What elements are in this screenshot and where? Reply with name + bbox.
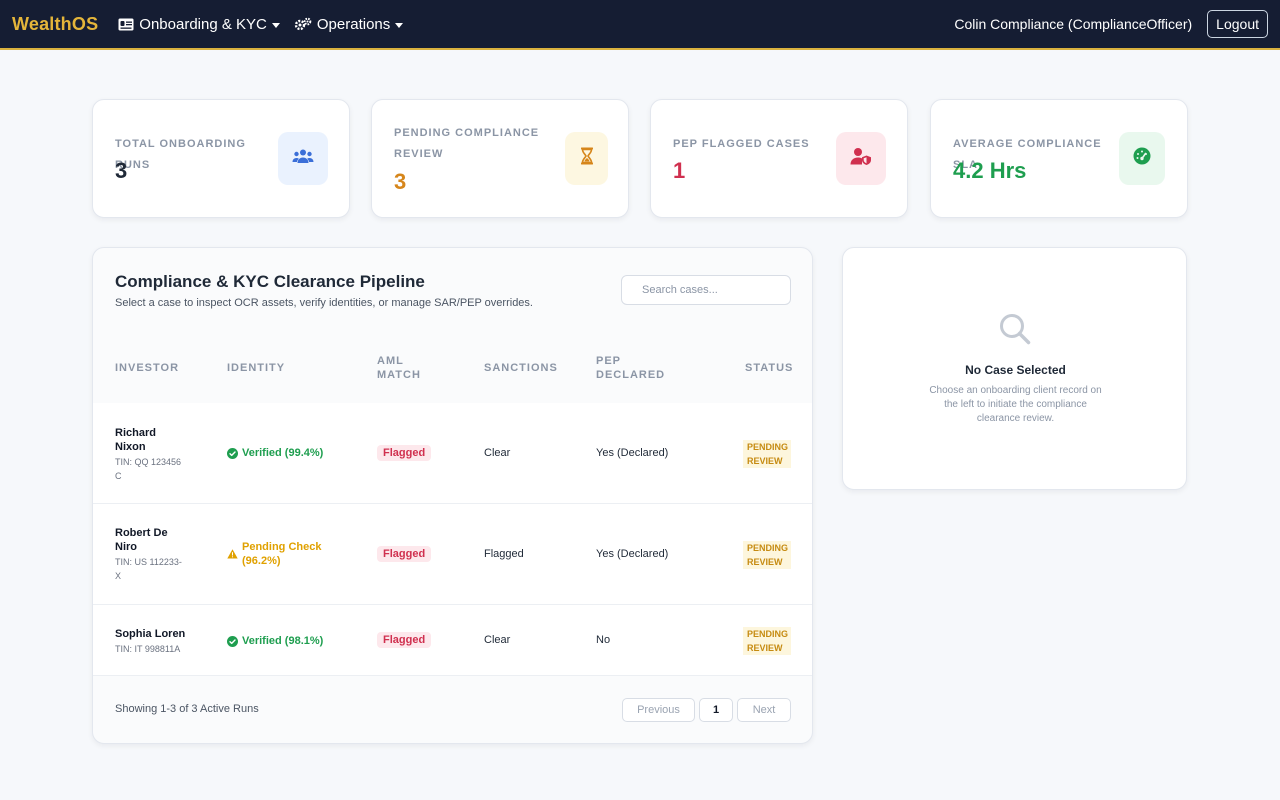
chevron-down-icon — [271, 22, 280, 28]
identity-status: Pending Check (96.2%) — [227, 540, 337, 568]
check-circle-icon — [227, 447, 238, 459]
gauge-icon — [1133, 147, 1151, 170]
warning-icon — [227, 549, 238, 559]
compliance-pipeline-panel: Compliance & KYC Clearance Pipeline Sele… — [92, 247, 813, 744]
column-header-pep-line1: PEP — [596, 355, 622, 367]
sanctions-value: Flagged — [484, 548, 524, 560]
column-header-investor[interactable]: Investor — [115, 361, 179, 375]
table-row[interactable]: Robert De Niro TIN: US 112233-X Pending … — [93, 504, 812, 605]
page-1-button[interactable]: 1 — [699, 698, 733, 722]
panel-subtitle: Select a case to inspect OCR assets, ver… — [115, 297, 533, 309]
stat-label: Pending Compliance Review — [394, 127, 540, 160]
table-row[interactable]: Richard Nixon TIN: QQ 123456 C Verified … — [93, 403, 812, 504]
status-badge: PENDING REVIEW — [743, 627, 791, 655]
column-header-aml-line2: Match — [377, 369, 421, 381]
gears-icon — [294, 17, 312, 31]
panel-title: Compliance & KYC Clearance Pipeline — [115, 272, 425, 291]
pep-value: Yes (Declared) — [596, 548, 669, 560]
menu-onboarding-kyc[interactable]: Onboarding & KYC — [118, 16, 280, 33]
column-header-pep-declared[interactable]: PEP Declared — [596, 354, 665, 382]
stat-badge — [836, 132, 886, 185]
stat-value: 1 — [673, 158, 686, 183]
chevron-down-icon — [395, 22, 404, 28]
status-badge: PENDING REVIEW — [743, 541, 791, 569]
next-page-button[interactable]: Next — [737, 698, 791, 722]
stat-badge — [278, 132, 328, 185]
stat-value: 4.2 Hrs — [953, 158, 1027, 183]
column-header-aml-line1: AML — [377, 355, 404, 367]
empty-state-description: Choose an onboarding client record on th… — [929, 385, 1102, 424]
stat-label: Total Onboarding Runs — [115, 138, 246, 171]
pep-value: Yes (Declared) — [596, 447, 669, 459]
stat-label: PEP Flagged Cases — [673, 138, 810, 150]
stat-card-pep-flagged: PEP Flagged Cases 1 — [650, 99, 908, 218]
investor-name: Sophia Loren — [115, 628, 186, 640]
investor-tin: TIN: QQ 123456 C — [115, 457, 182, 481]
identity-status: Verified (99.4%) — [227, 446, 323, 460]
column-header-status[interactable]: Status — [745, 361, 793, 375]
table-row[interactable]: Sophia Loren TIN: IT 998811A Verified (9… — [93, 605, 812, 676]
aml-badge: Flagged — [377, 445, 432, 461]
stat-card-total-runs: Total Onboarding Runs 3 — [92, 99, 350, 218]
column-header-sanctions[interactable]: Sanctions — [484, 361, 558, 375]
column-header-pep-line2: Declared — [596, 369, 666, 381]
sanctions-value: Clear — [484, 447, 511, 459]
id-card-icon — [118, 18, 134, 31]
column-header-identity[interactable]: Identity — [227, 361, 285, 375]
pagination-summary: Showing 1-3 of 3 Active Runs — [115, 703, 259, 715]
investor-name: Richard Nixon — [115, 427, 156, 453]
case-detail-panel: No Case Selected Choose an onboarding cl… — [842, 247, 1187, 490]
stat-value: 3 — [115, 158, 128, 183]
identity-status: Verified (98.1%) — [227, 634, 323, 648]
stat-card-average-sla: Average Compliance SLA 4.2 Hrs — [930, 99, 1188, 218]
identity-text: Pending Check (96.2%) — [242, 541, 322, 567]
column-header-aml-match[interactable]: AML Match — [377, 354, 421, 382]
menu-onboarding-kyc-label: Onboarding & KYC — [139, 15, 267, 33]
investor-name: Robert De Niro — [115, 527, 168, 553]
pep-value: No — [596, 634, 611, 646]
search-input[interactable] — [621, 275, 791, 305]
sanctions-value: Clear — [484, 634, 511, 646]
brand-logo[interactable]: WealthOS — [12, 14, 98, 35]
aml-badge: Flagged — [377, 546, 432, 562]
status-badge: PENDING REVIEW — [743, 440, 791, 468]
stat-card-pending-review: Pending Compliance Review 3 — [371, 99, 629, 218]
empty-state-title: No Case Selected — [965, 363, 1066, 377]
stat-badge — [565, 132, 608, 185]
current-user: Colin Compliance (ComplianceOfficer) — [954, 16, 1193, 32]
identity-text: Verified (99.4%) — [242, 447, 324, 459]
logout-button[interactable]: Logout — [1207, 10, 1268, 38]
identity-text: Verified (98.1%) — [242, 635, 324, 647]
aml-badge: Flagged — [377, 632, 432, 648]
stat-badge — [1119, 132, 1165, 185]
previous-page-button[interactable]: Previous — [622, 698, 695, 722]
stat-value: 3 — [394, 169, 407, 194]
investor-tin: TIN: US 112233-X — [115, 557, 182, 581]
top-navbar: WealthOS Onboarding & KYC Operations Col… — [0, 0, 1280, 50]
menu-operations-label: Operations — [316, 15, 391, 33]
search-icon — [998, 312, 1032, 351]
check-circle-icon — [227, 635, 238, 647]
users-icon — [292, 148, 314, 169]
user-shield-icon — [850, 147, 872, 170]
hourglass-icon — [580, 147, 594, 170]
investor-tin: TIN: IT 998811A — [115, 644, 181, 654]
menu-operations[interactable]: Operations — [294, 15, 404, 33]
